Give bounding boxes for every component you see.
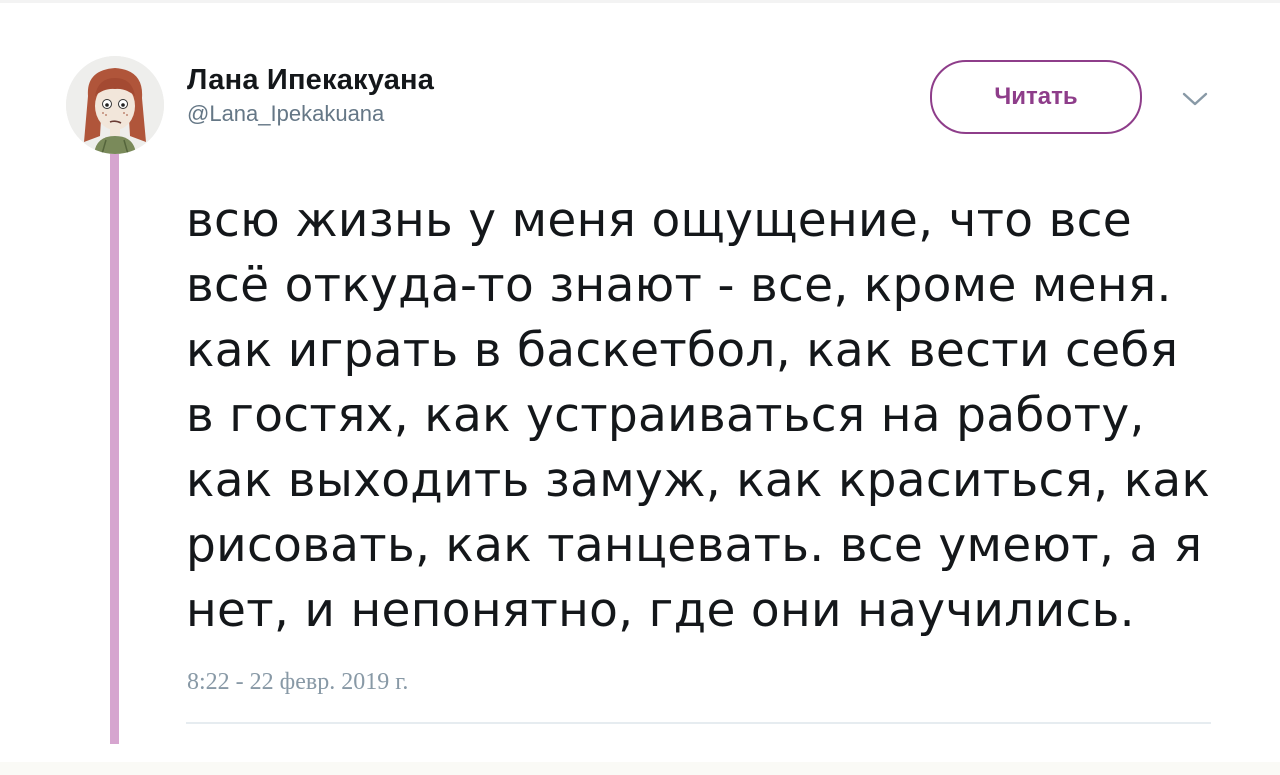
chevron-down-icon-glyph [1182, 92, 1208, 106]
chevron-down-icon[interactable] [1180, 86, 1210, 110]
display-name[interactable]: Лана Ипекакуана [187, 62, 434, 98]
bottom-strip [0, 762, 1280, 775]
username[interactable]: @Lana_Ipekakuana [187, 100, 434, 128]
drawn-girl-portrait-icon [66, 56, 164, 154]
follow-button[interactable]: Читать [930, 60, 1142, 134]
user-header: Лана Ипекакуана @Lana_Ipekakuana [187, 62, 434, 128]
tweet-text: всю жизнь у меня ощущение, что все всё о… [186, 193, 1211, 638]
top-border [0, 0, 1280, 3]
thread-line [110, 152, 119, 744]
tweet-timestamp[interactable]: 8:22 - 22 февр. 2019 г. [187, 667, 408, 697]
avatar[interactable] [66, 56, 164, 154]
divider [186, 722, 1211, 724]
